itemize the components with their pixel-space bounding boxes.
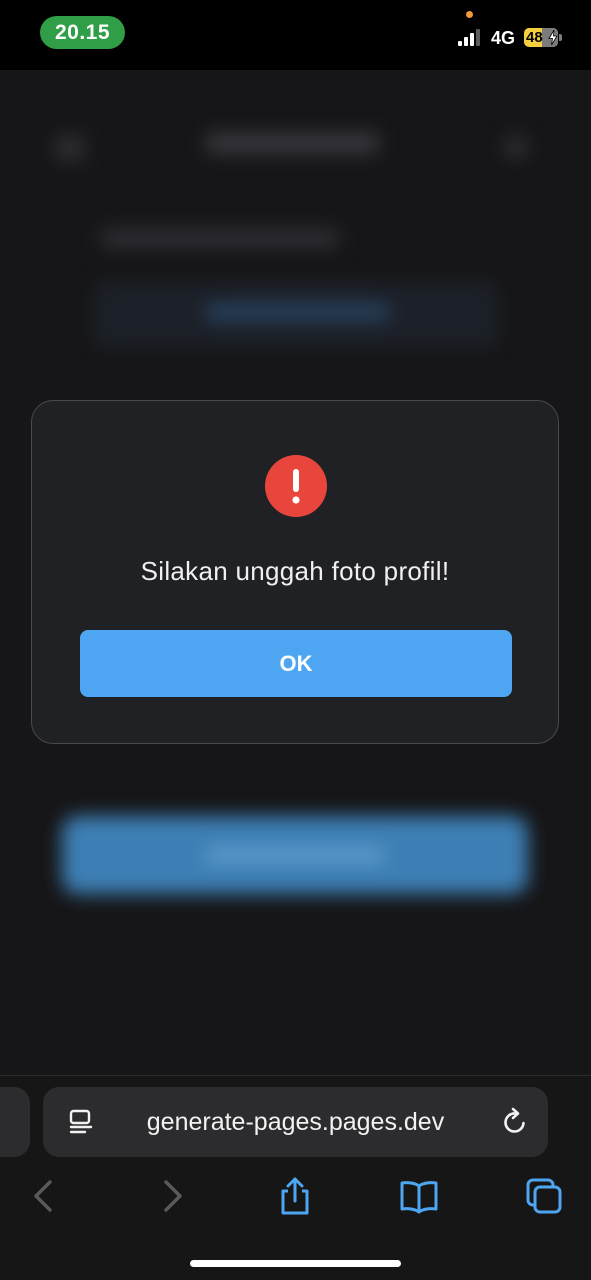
blurred-page-title [205, 132, 380, 154]
bookmarks-icon[interactable] [399, 1176, 439, 1216]
ok-button[interactable]: OK [80, 630, 512, 697]
dialog-message: Silakan unggah foto profil! [140, 556, 450, 586]
browser-toolbar: generate-pages.pages.dev [0, 1075, 591, 1280]
battery-icon: 48 [524, 28, 558, 47]
battery-level: 48 [526, 29, 543, 46]
blurred-menu-button [505, 135, 527, 159]
tabs-icon[interactable] [524, 1176, 564, 1216]
back-icon[interactable] [24, 1176, 64, 1216]
forward-icon[interactable] [152, 1176, 192, 1216]
exclamation-circle-icon [265, 455, 327, 517]
blurred-back-button [55, 135, 85, 161]
alert-dialog: Silakan unggah foto profil! OK [31, 400, 559, 744]
privacy-indicator-dot [466, 11, 473, 18]
reload-icon[interactable] [500, 1107, 530, 1137]
previous-tab-peek[interactable] [0, 1087, 30, 1157]
blurred-upload-link [205, 302, 390, 322]
status-time: 20.15 [40, 16, 125, 49]
blurred-field-label [100, 228, 340, 248]
share-icon[interactable] [275, 1176, 315, 1216]
charging-bolt-icon [548, 30, 558, 45]
network-type: 4G [491, 28, 516, 48]
url-text[interactable]: generate-pages.pages.dev [43, 1087, 548, 1157]
battery-nub [559, 34, 562, 41]
cellular-signal-icon [458, 29, 484, 46]
blurred-submit-label [205, 846, 385, 864]
home-indicator[interactable] [190, 1260, 401, 1267]
status-bar: 20.15 4G 48 [0, 0, 591, 70]
address-bar[interactable]: generate-pages.pages.dev [43, 1087, 548, 1157]
